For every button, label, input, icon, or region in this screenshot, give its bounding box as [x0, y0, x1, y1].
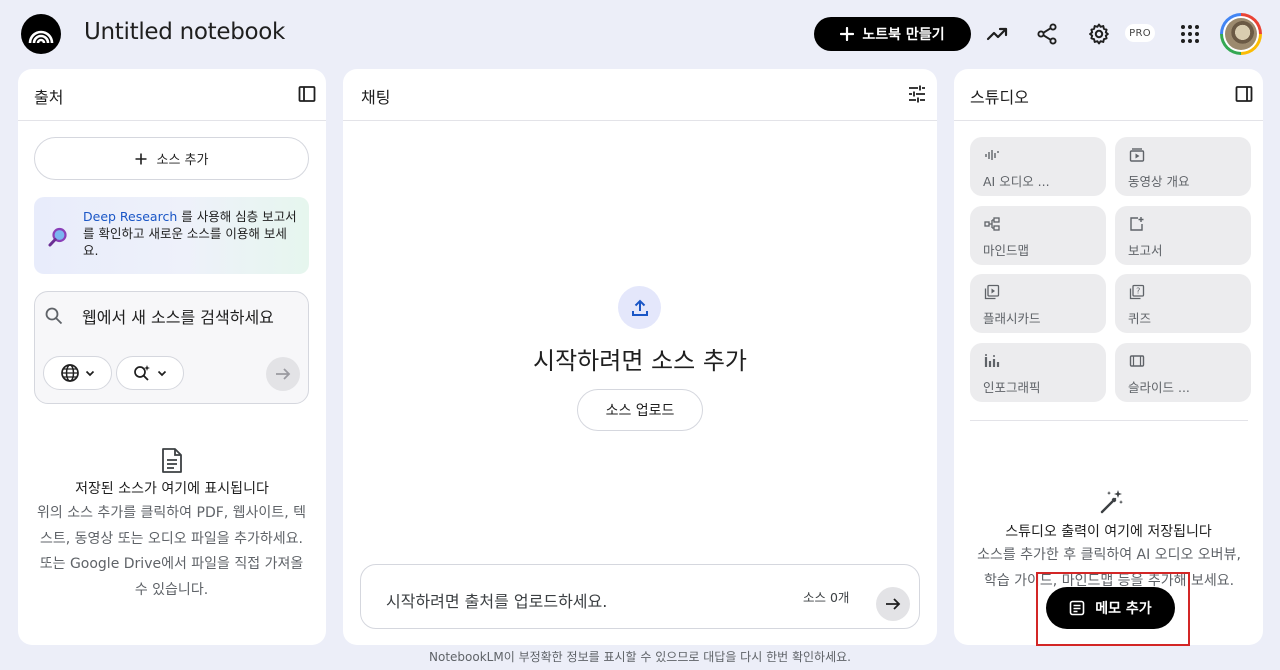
video-icon [1129, 147, 1145, 163]
tile-label: 플래시카드 [983, 311, 1041, 326]
document-icon [160, 447, 184, 474]
tile-label: 퀴즈 [1128, 311, 1152, 326]
web-source-dropdown[interactable] [43, 356, 112, 390]
chevron-down-icon [85, 370, 94, 377]
deep-research-link[interactable]: Deep Research [83, 209, 177, 224]
source-count: 소스 0개 [803, 590, 850, 605]
studio-empty-title: 스튜디오 출력이 여기에 저장됩니다 [1005, 524, 1212, 540]
magnifier-icon [47, 226, 69, 248]
add-source-label: 소스 추가 [156, 153, 209, 168]
highlight-box [1036, 572, 1190, 646]
audio-icon [984, 147, 1000, 163]
analytics-icon[interactable] [983, 20, 1011, 48]
chat-divider [343, 120, 937, 121]
collapse-panel-icon[interactable] [297, 84, 317, 104]
mindmap-icon [984, 216, 1000, 232]
sources-empty-description: 위의 소스 추가를 클릭하여 PDF, 웹사이트, 텍스트, 동영상 또는 오디… [37, 505, 306, 598]
infographic-icon [984, 353, 1000, 369]
chevron-down-icon [157, 370, 167, 377]
tile-label: 인포그래픽 [983, 380, 1041, 395]
chat-settings-tune-icon[interactable] [907, 84, 927, 104]
studio-tile-mind-map[interactable]: 마인드맵 [970, 206, 1106, 265]
studio-tile-audio-overview[interactable]: AI 오디오 ... [970, 137, 1106, 196]
studio-tile-slides[interactable]: 슬라이드 ... [1115, 343, 1251, 402]
chat-panel-title: 채팅 [361, 88, 391, 107]
arrow-right-icon [886, 598, 901, 610]
send-button[interactable] [876, 587, 910, 621]
create-notebook-button[interactable]: 노트북 만들기 [814, 17, 971, 51]
tile-label: 슬라이드 ... [1128, 380, 1190, 395]
tile-label: 보고서 [1128, 243, 1163, 258]
upload-source-button[interactable]: 소스 업로드 [577, 389, 703, 431]
settings-gear-icon[interactable] [1085, 20, 1113, 48]
logo-icon [28, 30, 54, 44]
sources-empty-title: 저장된 소스가 여기에 표시됩니다 [75, 481, 269, 497]
disclaimer-footer: NotebookLM이 부정확한 정보를 표시할 수 있으므로 대답을 다시 한… [429, 650, 851, 664]
flashcard-icon [984, 284, 1000, 300]
user-avatar[interactable] [1220, 13, 1262, 55]
chat-input-placeholder[interactable]: 시작하려면 출처를 업로드하세요. [386, 588, 607, 612]
studio-panel-title: 스튜디오 [970, 88, 1029, 107]
notebooklm-logo[interactable] [21, 14, 61, 54]
notebook-title[interactable]: Untitled notebook [84, 19, 285, 45]
slides-icon [1129, 353, 1145, 369]
upload-icon [618, 286, 661, 329]
studio-tile-report[interactable]: 보고서 [1115, 206, 1251, 265]
studio-tiles-divider [970, 420, 1248, 421]
magic-wand-icon [1098, 488, 1126, 516]
share-icon[interactable] [1033, 20, 1061, 48]
collapse-panel-icon[interactable] [1234, 84, 1254, 104]
plus-icon [135, 153, 146, 164]
sources-divider [18, 120, 326, 121]
tile-label: AI 오디오 ... [983, 174, 1050, 189]
studio-tile-quiz[interactable]: ? 퀴즈 [1115, 274, 1251, 333]
tile-label: 마인드맵 [983, 243, 1030, 258]
report-icon [1129, 216, 1145, 232]
search-submit-button[interactable] [266, 357, 300, 391]
studio-tile-infographic[interactable]: 인포그래픽 [970, 343, 1106, 402]
plus-icon [840, 27, 855, 41]
arrow-right-icon [276, 368, 291, 380]
research-mode-dropdown[interactable] [116, 356, 184, 390]
apps-grid-icon[interactable] [1176, 20, 1204, 48]
tile-label: 동영상 개요 [1128, 174, 1190, 189]
globe-icon [60, 364, 79, 382]
create-notebook-label: 노트북 만들기 [862, 27, 945, 43]
svg-text:?: ? [1136, 287, 1140, 296]
web-search-input[interactable]: 웹에서 새 소스를 검색하세요 [82, 305, 282, 330]
studio-divider [954, 120, 1263, 121]
quiz-icon: ? [1129, 284, 1145, 300]
studio-tile-video-overview[interactable]: 동영상 개요 [1115, 137, 1251, 196]
search-icon [44, 306, 64, 326]
deep-research-card[interactable]: Deep Research 를 사용해 심층 보고서를 확인하고 새로운 소스를… [34, 197, 309, 274]
sources-panel-title: 출처 [34, 88, 64, 107]
add-source-button[interactable]: 소스 추가 [34, 137, 309, 180]
studio-tile-flashcards[interactable]: 플래시카드 [970, 274, 1106, 333]
search-spark-icon [134, 365, 150, 381]
chat-empty-heading: 시작하려면 소스 추가 [533, 347, 747, 375]
pro-badge: PRO [1125, 24, 1155, 42]
